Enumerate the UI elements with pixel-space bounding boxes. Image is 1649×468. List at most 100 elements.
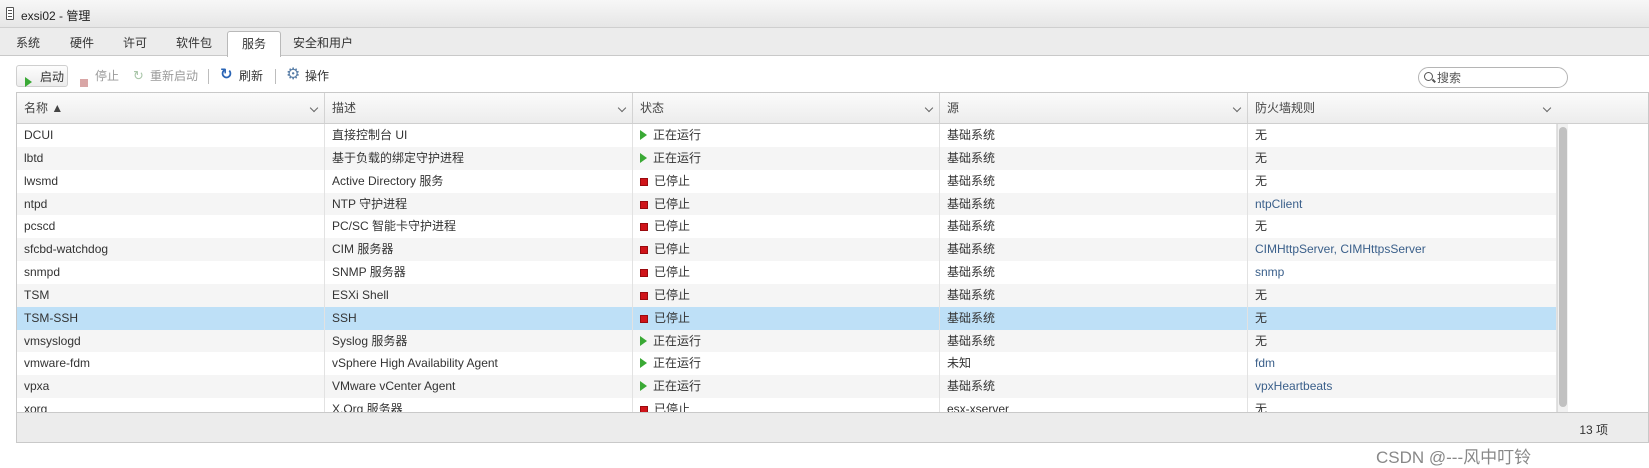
tab-system[interactable]: 系统 (6, 28, 50, 55)
services-table: 名称 ▲ 描述 状态 源 防火墙规则 DCUI 直接控制台 UI 正在运行 基础系统无… (16, 92, 1649, 413)
restart-button[interactable]: ↻ 重新启动 (132, 65, 202, 87)
column-header-name[interactable]: 名称 ▲ (17, 93, 325, 123)
column-header-source[interactable]: 源 (940, 93, 1248, 123)
cell-description: PC/SC 智能卡守护进程 (325, 215, 633, 239)
cell-status: 已停止 (633, 283, 940, 307)
cell-name: ntpd (17, 192, 325, 216)
chevron-down-icon[interactable] (1542, 103, 1552, 113)
chevron-down-icon[interactable] (924, 103, 934, 113)
column-header-status[interactable]: 状态 (633, 93, 940, 123)
cell-name: TSM (17, 283, 325, 307)
cell-status: 已停止 (633, 192, 940, 216)
cell-source: 基础系统 (940, 375, 1248, 399)
cell-name: DCUI (17, 124, 325, 147)
cell-name: vmware-fdm (17, 352, 325, 376)
cell-source: 基础系统 (940, 146, 1248, 170)
tab-packages[interactable]: 软件包 (168, 28, 220, 55)
table-row[interactable]: xorg X.Org 服务器 已停止 esx-xserver 无 (17, 398, 1557, 412)
cell-status: 正在运行 (633, 146, 940, 170)
cell-description: 基于负载的绑定守护进程 (325, 146, 633, 170)
cell-name: vmsyslogd (17, 329, 325, 353)
window-title: exsi02 - 管理 (21, 9, 91, 23)
column-header-description[interactable]: 描述 (325, 93, 633, 123)
cell-name: sfcbd-watchdog (17, 238, 325, 262)
cell-name: TSM-SSH (17, 306, 325, 330)
table-row[interactable]: ntpd NTP 守护进程 已停止 基础系统 ntpClient (17, 192, 1557, 216)
chevron-down-icon[interactable] (309, 103, 319, 113)
stopped-icon (640, 177, 648, 186)
start-button[interactable]: 启动 (16, 65, 68, 87)
cell-firewall: 无 (1248, 306, 1557, 330)
cell-firewall: 无 (1248, 215, 1557, 239)
cell-source: 基础系统 (940, 215, 1248, 239)
tab-bar: 系统 硬件 许可 软件包 服务 安全和用户 (0, 28, 1649, 59)
table-row[interactable]: TSM-SSH SSH 已停止 基础系统无 (17, 306, 1557, 330)
stopped-icon (640, 269, 648, 278)
cell-status: 已停止 (633, 306, 940, 330)
cell-status: 已停止 (633, 261, 940, 284)
stopped-icon (640, 314, 648, 323)
cell-source: 基础系统 (940, 238, 1248, 262)
tab-security-users[interactable]: 安全和用户 (286, 28, 360, 55)
cell-name: pcscd (17, 215, 325, 239)
refresh-button[interactable]: ↻ 刷新 (220, 65, 268, 87)
cell-source: 基础系统 (940, 283, 1248, 307)
cell-status: 正在运行 (633, 352, 940, 376)
vertical-scrollbar[interactable] (1557, 124, 1568, 412)
table-footer: 13 项 (16, 413, 1649, 443)
stop-button[interactable]: 停止 (78, 65, 122, 87)
table-row[interactable]: TSM ESXi Shell 已停止 基础系统无 (17, 283, 1557, 307)
cell-firewall: 无 (1248, 124, 1557, 147)
table-row[interactable]: snmpd SNMP 服务器 已停止 基础系统 snmp (17, 261, 1557, 284)
watermark: CSDN @---风中叮铃 (1376, 448, 1532, 467)
stopped-icon (640, 200, 648, 209)
actions-button[interactable]: ⚙ 操作 (286, 65, 336, 87)
table-row[interactable]: vpxa VMware vCenter Agent 正在运行 基础系统 vpxHeart… (17, 375, 1557, 399)
cell-description: vSphere High Availability Agent (325, 352, 633, 376)
stop-icon (80, 72, 88, 94)
cell-firewall: snmp (1248, 261, 1557, 284)
cell-description: X.Org 服务器 (325, 398, 633, 412)
refresh-icon: ↻ (220, 66, 233, 83)
cell-description: SNMP 服务器 (325, 261, 633, 284)
cell-firewall: 无 (1248, 398, 1557, 412)
chevron-down-icon[interactable] (617, 103, 627, 113)
running-icon (640, 130, 647, 140)
cell-status: 正在运行 (633, 329, 940, 353)
restart-icon: ↻ (133, 68, 144, 83)
search-box (1418, 67, 1568, 88)
cell-name: vpxa (17, 375, 325, 399)
stopped-icon (640, 246, 648, 255)
cell-name: lbtd (17, 146, 325, 170)
cell-firewall: fdm (1248, 352, 1557, 376)
tab-hardware[interactable]: 硬件 (60, 28, 104, 55)
table-row[interactable]: sfcbd-watchdog CIM 服务器 已停止 基础系统 CIMHttpServe… (17, 238, 1557, 262)
column-header-firewall[interactable]: 防火墙规则 (1248, 93, 1557, 123)
table-row[interactable]: vmsyslogd Syslog 服务器 正在运行 基础系统无 (17, 329, 1557, 353)
scrollbar-thumb[interactable] (1559, 127, 1567, 407)
cell-source: esx-xserver (940, 398, 1248, 412)
toolbar-separator (275, 69, 276, 84)
cell-status: 已停止 (633, 169, 940, 193)
table-row[interactable]: lwsmd Active Directory 服务 已停止 基础系统无 (17, 169, 1557, 193)
table-row[interactable]: pcscd PC/SC 智能卡守护进程 已停止 基础系统无 (17, 215, 1557, 239)
table-row[interactable]: DCUI 直接控制台 UI 正在运行 基础系统无 (17, 124, 1557, 147)
running-icon (640, 335, 647, 346)
running-icon (640, 152, 647, 163)
cell-status: 正在运行 (633, 124, 940, 147)
cell-status: 正在运行 (633, 375, 940, 399)
cell-source: 基础系统 (940, 192, 1248, 216)
chevron-down-icon[interactable] (1232, 103, 1242, 113)
cell-source: 基础系统 (940, 169, 1248, 193)
cell-firewall: 无 (1248, 169, 1557, 193)
cell-description: Active Directory 服务 (325, 169, 633, 193)
tab-services[interactable]: 服务 (227, 31, 281, 59)
stopped-icon (640, 291, 648, 300)
cell-status: 已停止 (633, 215, 940, 239)
cell-source: 基础系统 (940, 329, 1248, 353)
search-input[interactable] (1437, 70, 1561, 85)
tab-license[interactable]: 许可 (113, 28, 157, 55)
table-row[interactable]: lbtd 基于负载的绑定守护进程 正在运行 基础系统无 (17, 146, 1557, 170)
running-icon (640, 358, 647, 369)
table-row[interactable]: vmware-fdm vSphere High Availability Agen… (17, 352, 1557, 376)
